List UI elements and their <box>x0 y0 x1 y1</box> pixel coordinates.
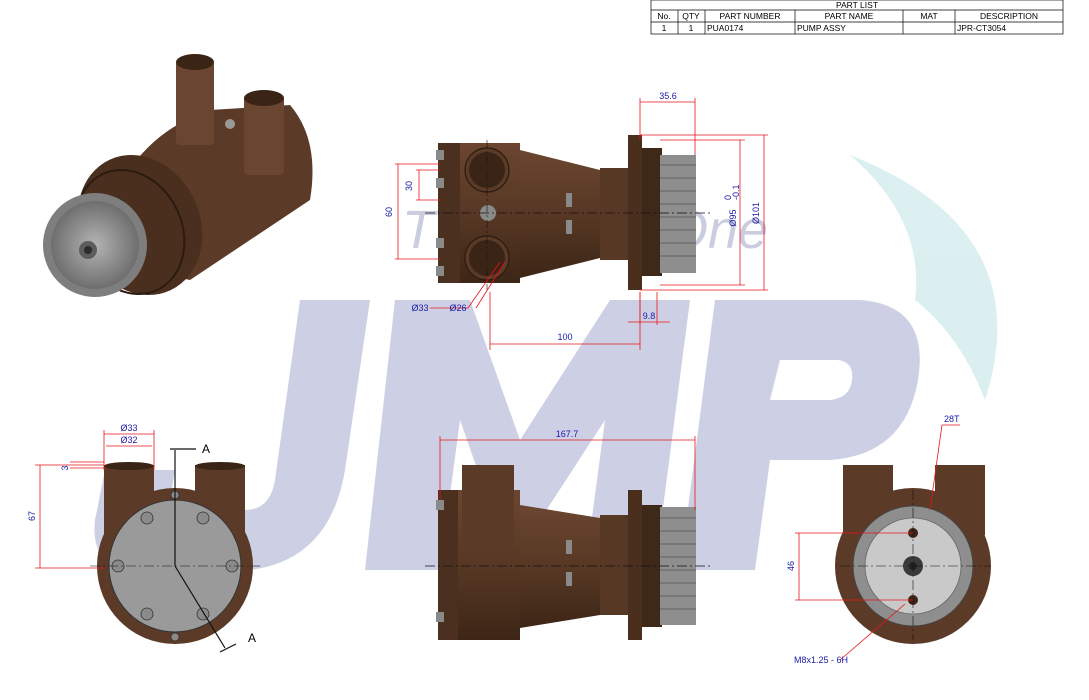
technical-drawing: The Pump One PART LIST No. QTY PART NUMB… <box>27 0 1064 665</box>
row-1-part-number: PUA0174 <box>707 23 744 33</box>
rear-view <box>835 465 991 644</box>
col-part-name: PART NAME <box>825 11 874 21</box>
iso-port-right <box>244 95 284 175</box>
section-label-top: A <box>202 442 210 456</box>
dim-inner-dia: Ø95 <box>728 209 738 226</box>
dim-front-port-id: Ø32 <box>120 435 137 445</box>
dim-overall-length: 167.7 <box>556 429 579 439</box>
row-1-no: 1 <box>662 23 667 33</box>
dim-front-height: 67 <box>27 511 37 521</box>
dim-hole-spacing: 46 <box>786 561 796 571</box>
dim-front-wall: 3 <box>60 465 70 470</box>
dim-port-od: Ø33 <box>411 303 428 313</box>
section-label-bottom: A <box>248 631 256 645</box>
isometric-view <box>43 54 313 297</box>
col-description: DESCRIPTION <box>980 11 1038 21</box>
iso-port-right-opening <box>244 90 284 106</box>
dim-port-id: Ø26 <box>449 303 466 313</box>
row-1-description: JPR-CT3054 <box>957 23 1006 33</box>
iso-port-left-opening <box>176 54 214 70</box>
bottom-view <box>425 465 710 640</box>
dim-port-height: 60 <box>384 207 394 217</box>
dim-inner-dia-tol-lower: -0.1 <box>731 184 741 200</box>
col-mat: MAT <box>920 11 937 21</box>
dim-top-width: 35.6 <box>659 91 677 101</box>
col-qty: QTY <box>682 11 700 21</box>
side-gear <box>660 155 696 273</box>
dim-flange-thickness: 9.8 <box>643 311 656 321</box>
dim-gear-teeth: 28T <box>944 414 960 424</box>
dim-outer-dia: Ø101 <box>751 202 761 224</box>
part-list-title: PART LIST <box>836 0 878 10</box>
dim-port-spacing: 30 <box>404 181 414 191</box>
iso-bolt <box>225 119 235 129</box>
dim-front-port-od: Ø33 <box>120 423 137 433</box>
iso-port-left <box>176 60 214 145</box>
col-no: No. <box>657 11 670 21</box>
row-1-part-name: PUMP ASSY <box>797 23 846 33</box>
dim-body-length: 100 <box>557 332 572 342</box>
iso-gear <box>43 193 147 297</box>
front-view <box>90 448 260 653</box>
dim-thread: M8x1.25 - 6H <box>794 655 848 665</box>
row-1-qty: 1 <box>689 23 694 33</box>
side-view <box>425 135 710 290</box>
col-part-number: PART NUMBER <box>720 11 781 21</box>
